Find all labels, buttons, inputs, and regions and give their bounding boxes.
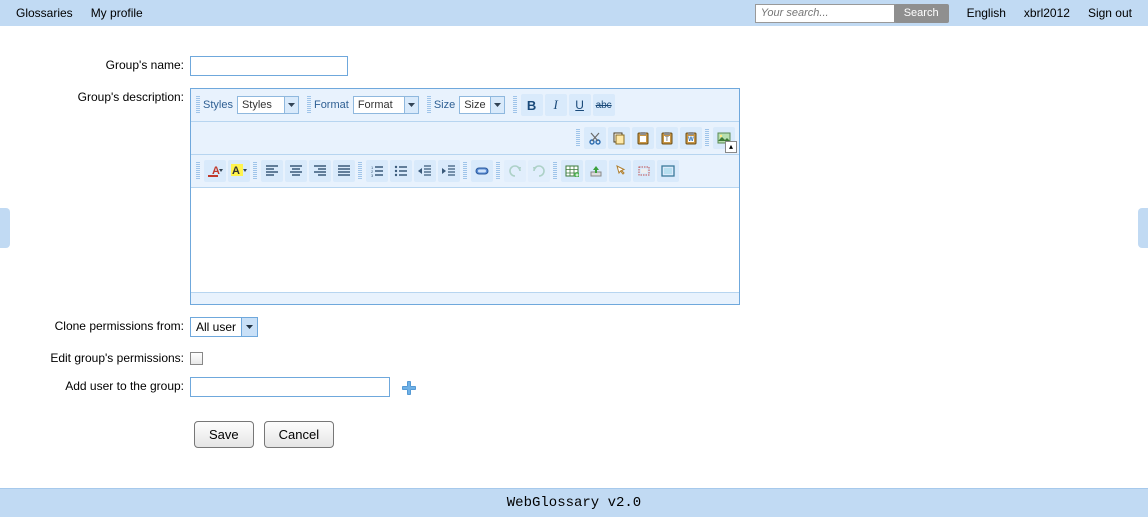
- align-justify-button[interactable]: [333, 160, 355, 182]
- search-button[interactable]: Search: [894, 4, 949, 23]
- nav-my-profile[interactable]: My profile: [91, 6, 143, 20]
- toolbar-grip-icon: [307, 96, 311, 114]
- chevron-down-icon[interactable]: [404, 97, 418, 113]
- ordered-list-button[interactable]: 123: [366, 160, 388, 182]
- toolbar-grip-icon: [196, 96, 200, 114]
- copy-button[interactable]: [608, 127, 630, 149]
- strike-button[interactable]: abc: [593, 94, 615, 116]
- chevron-down-icon[interactable]: [490, 97, 504, 113]
- format-combo-label: Format: [314, 99, 349, 111]
- text-color-button[interactable]: A: [204, 160, 226, 182]
- paste-word-button[interactable]: W: [680, 127, 702, 149]
- add-user-plus-button[interactable]: [401, 380, 417, 396]
- italic-button[interactable]: I: [545, 94, 567, 116]
- styles-combo-label: Styles: [203, 99, 233, 111]
- upload-button[interactable]: [585, 160, 607, 182]
- search-input[interactable]: [755, 4, 895, 23]
- chevron-down-icon[interactable]: [284, 97, 298, 113]
- maximize-button[interactable]: [657, 160, 679, 182]
- toolbar-grip-icon: [513, 96, 517, 114]
- cancel-button[interactable]: Cancel: [264, 421, 334, 448]
- underline-button[interactable]: U: [569, 94, 591, 116]
- table-button[interactable]: [561, 160, 583, 182]
- left-side-tab[interactable]: [0, 208, 10, 248]
- styles-combo-value: Styles: [238, 99, 284, 111]
- format-combo[interactable]: Format Format: [314, 96, 419, 114]
- cursor-button[interactable]: [609, 160, 631, 182]
- paste-button[interactable]: [632, 127, 654, 149]
- nav-username[interactable]: xbrl2012: [1024, 6, 1070, 20]
- group-name-input[interactable]: [190, 56, 348, 76]
- label-group-description: Group's description:: [0, 88, 190, 305]
- top-navbar: Glossaries My profile Search English xbr…: [0, 0, 1148, 26]
- svg-text:3: 3: [371, 173, 374, 177]
- size-combo[interactable]: Size Size: [434, 96, 505, 114]
- rich-text-editor: Styles Styles Format Format: [190, 88, 740, 305]
- editor-content-area[interactable]: [191, 188, 739, 292]
- size-combo-value: Size: [460, 99, 489, 111]
- indent-button[interactable]: [438, 160, 460, 182]
- toolbar-grip-icon: [496, 162, 500, 180]
- search-box: Search: [755, 4, 949, 23]
- svg-text:T: T: [665, 137, 669, 143]
- unordered-list-button[interactable]: [390, 160, 412, 182]
- size-combo-label: Size: [434, 99, 455, 111]
- anchor-button[interactable]: [633, 160, 655, 182]
- align-left-button[interactable]: [261, 160, 283, 182]
- toolbar-grip-icon: [196, 162, 200, 180]
- bold-button[interactable]: B: [521, 94, 543, 116]
- svg-text:W: W: [688, 137, 694, 143]
- editor-footer: [191, 292, 739, 304]
- clone-permissions-select[interactable]: All user: [190, 317, 258, 337]
- add-user-input[interactable]: [190, 377, 390, 397]
- bg-color-button[interactable]: A: [228, 160, 250, 182]
- redo-button[interactable]: [528, 160, 550, 182]
- label-edit-permissions: Edit group's permissions:: [0, 349, 190, 365]
- toolbar-grip-icon: [705, 129, 709, 147]
- remove-format-button[interactable]: [471, 160, 493, 182]
- save-button[interactable]: Save: [194, 421, 254, 448]
- align-right-button[interactable]: [309, 160, 331, 182]
- nav-signout[interactable]: Sign out: [1088, 6, 1132, 20]
- cut-button[interactable]: [584, 127, 606, 149]
- toolbar-grip-icon: [576, 129, 580, 147]
- footer-text: WebGlossary v2.0: [0, 488, 1148, 517]
- toolbar-grip-icon: [253, 162, 257, 180]
- label-group-name: Group's name:: [0, 56, 190, 76]
- format-combo-value: Format: [354, 99, 404, 111]
- nav-language[interactable]: English: [967, 6, 1006, 20]
- editor-toolbar-row-1: Styles Styles Format Format: [191, 89, 739, 122]
- toolbar-grip-icon: [358, 162, 362, 180]
- svg-text:A: A: [232, 165, 240, 177]
- styles-combo[interactable]: Styles Styles: [203, 96, 299, 114]
- toolbar-grip-icon: [427, 96, 431, 114]
- align-center-button[interactable]: [285, 160, 307, 182]
- edit-permissions-checkbox[interactable]: [190, 352, 203, 365]
- chevron-down-icon[interactable]: [241, 318, 257, 336]
- collapse-toolbar-button[interactable]: ▴: [725, 141, 737, 153]
- right-side-tab[interactable]: [1138, 208, 1148, 248]
- main-content: Group's name: Group's description: Style…: [0, 26, 1148, 488]
- editor-toolbar-row-3: A A 123: [191, 155, 739, 188]
- toolbar-grip-icon: [463, 162, 467, 180]
- clone-permissions-value: All user: [191, 320, 241, 334]
- label-clone-permissions: Clone permissions from:: [0, 317, 190, 337]
- toolbar-grip-icon: [553, 162, 557, 180]
- paste-text-button[interactable]: T: [656, 127, 678, 149]
- undo-button[interactable]: [504, 160, 526, 182]
- nav-glossaries[interactable]: Glossaries: [16, 6, 73, 20]
- editor-toolbar-row-2: T W: [191, 122, 739, 155]
- outdent-button[interactable]: [414, 160, 436, 182]
- label-add-user: Add user to the group:: [0, 377, 190, 397]
